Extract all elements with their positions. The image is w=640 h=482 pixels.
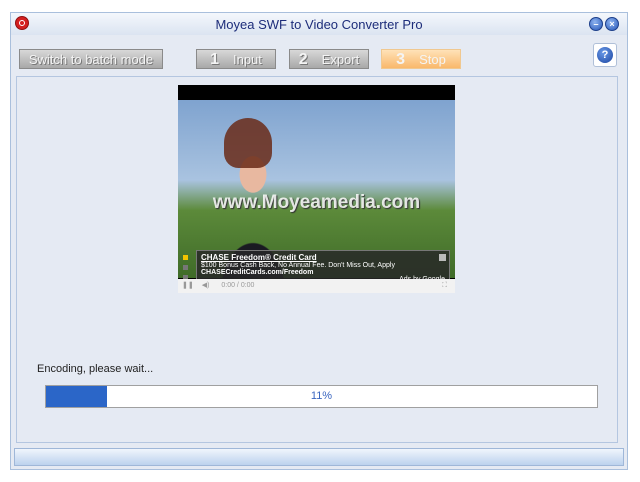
step-number: 1	[210, 51, 219, 68]
step-label: Input	[232, 52, 262, 67]
step-input-button[interactable]: 1 Input	[196, 49, 276, 69]
progress-label: 11%	[310, 390, 333, 402]
step-number: 3	[396, 51, 406, 68]
ad-text: $100 Bonus Cash Back, No Annual Fee. Don…	[201, 262, 395, 269]
step-export-button[interactable]: 2 Export	[289, 49, 369, 69]
step-label: Export	[321, 52, 360, 67]
step-number: 2	[298, 51, 308, 68]
minimize-icon[interactable]: –	[589, 17, 603, 31]
app-window: Moyea SWF to Video Converter Pro – × Swi…	[10, 12, 628, 470]
watermark: www.Moyeamedia.com	[212, 192, 421, 213]
progress-bar: 11%	[45, 385, 598, 408]
ad-title[interactable]: CHASE Freedom® Credit Card	[201, 253, 445, 262]
volume-icon[interactable]: ◀)	[202, 282, 210, 289]
time-display: 0:00 / 0:00	[221, 282, 255, 289]
video-hair	[224, 118, 272, 168]
status-text: Encoding, please wait...	[37, 363, 154, 375]
player-controls: ❚❚ ◀) 0:00 / 0:00 ⛶	[178, 279, 455, 293]
button-label: Switch to batch mode	[28, 52, 154, 67]
title-bar: Moyea SWF to Video Converter Pro – ×	[11, 13, 627, 35]
ad-close-icon[interactable]	[439, 254, 446, 261]
window-title: Moyea SWF to Video Converter Pro	[215, 17, 423, 32]
video-frame: www.Moyeamedia.com CHASE Freedom® Credit…	[178, 100, 455, 286]
step-stop-button[interactable]: 3 Stop	[381, 49, 461, 69]
content-panel: www.Moyeamedia.com CHASE Freedom® Credit…	[16, 76, 618, 443]
close-icon[interactable]: ×	[605, 17, 619, 31]
switch-batch-mode-button[interactable]: Switch to batch mode	[19, 49, 163, 69]
video-preview: www.Moyeamedia.com CHASE Freedom® Credit…	[178, 85, 455, 293]
help-icon: ?	[597, 47, 613, 63]
fullscreen-icon[interactable]: ⛶	[442, 279, 447, 293]
ad-link[interactable]: CHASECreditCards.com/Freedom	[201, 269, 445, 276]
step-label: Stop	[419, 52, 446, 67]
status-bar	[14, 448, 624, 466]
pause-icon[interactable]: ❚❚	[182, 282, 194, 289]
help-button[interactable]: ?	[593, 43, 617, 67]
